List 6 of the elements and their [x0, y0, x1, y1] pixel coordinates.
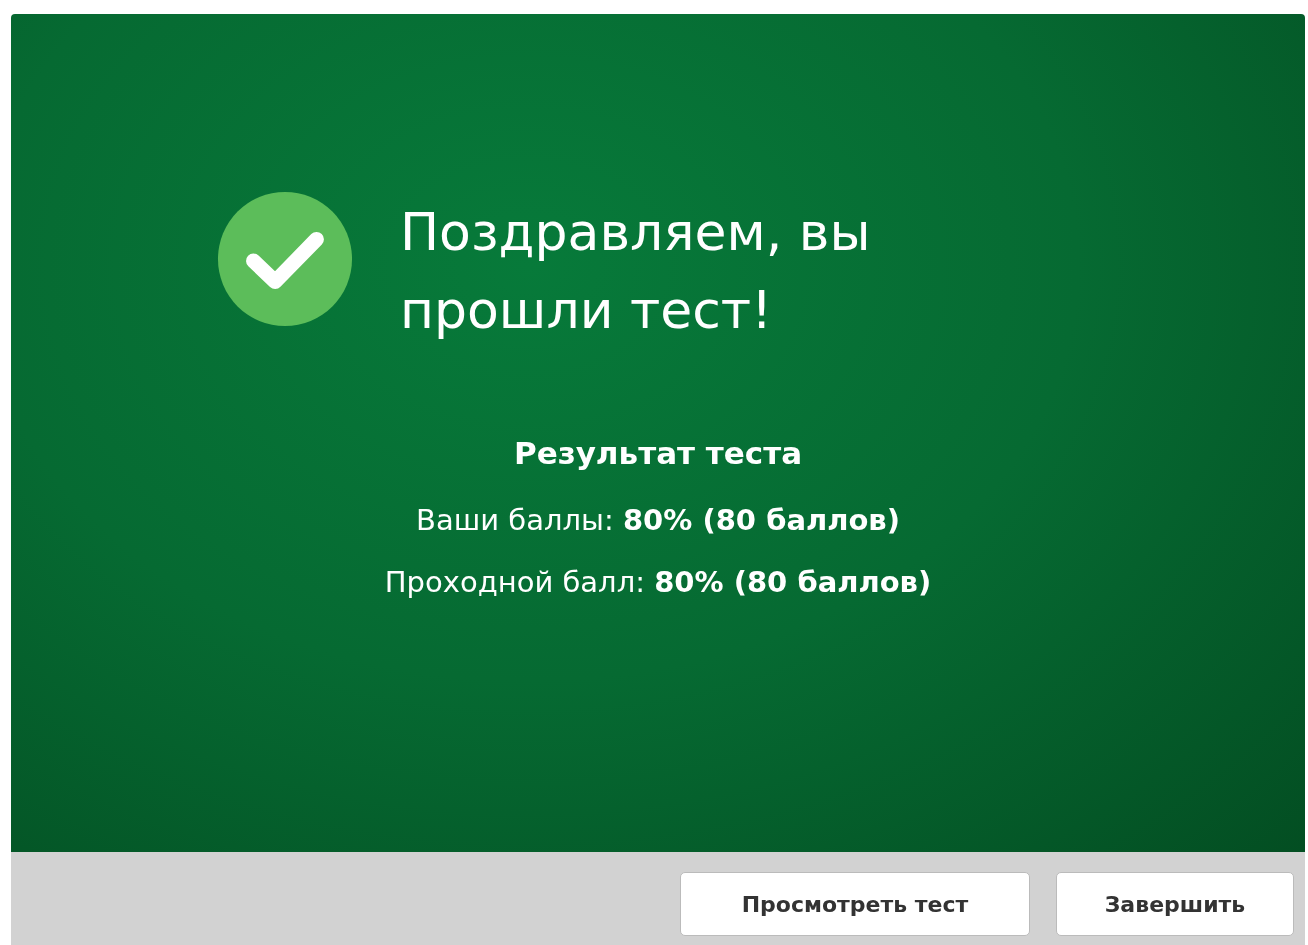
score-line: Проходной балл: 80% (80 баллов): [384, 565, 932, 599]
action-button[interactable]: Просмотреть тест: [680, 872, 1030, 936]
score-line: Ваши баллы: 80% (80 баллов): [416, 503, 900, 537]
action-button[interactable]: Завершить: [1056, 872, 1294, 936]
result-heading: Результат теста: [513, 435, 803, 471]
result-title: Поздравляем, вы прошли тест!: [400, 201, 872, 342]
